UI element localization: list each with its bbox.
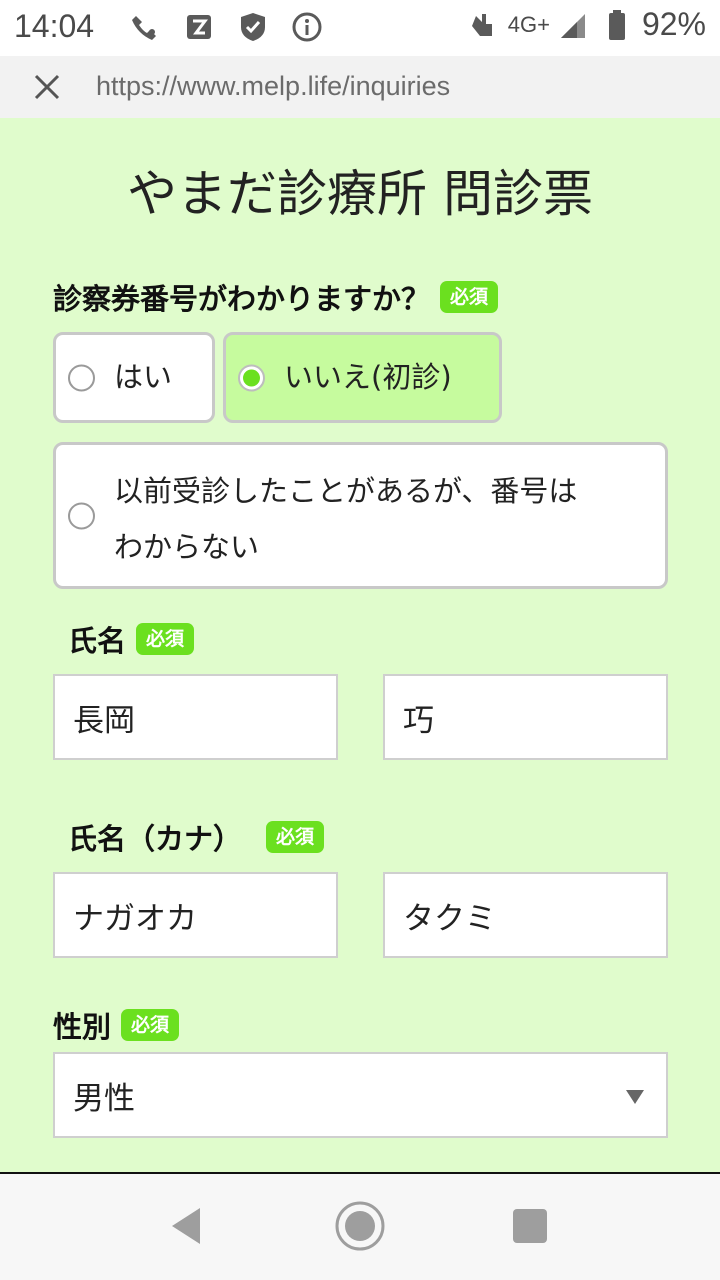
radio-button[interactable]	[68, 364, 95, 391]
form-page: やまだ診療所 問診票 診察券番号がわかりますか？ 必須 はい いいえ(初診) 以…	[0, 118, 720, 1172]
signal-icon	[558, 8, 592, 42]
gender-selected-value: 男性	[73, 1080, 135, 1117]
recents-icon[interactable]	[500, 1196, 560, 1256]
required-badge: 必須	[266, 820, 325, 854]
name-kana-label: 氏名（カナ）	[68, 822, 243, 856]
wifi-calling-icon	[128, 10, 162, 44]
battery-icon	[600, 8, 634, 42]
name-label: 氏名	[68, 624, 127, 658]
gender-label: 性別	[53, 1010, 112, 1044]
app-icon	[182, 10, 216, 44]
url-text[interactable]: https://www.melp.life/inquiries	[96, 71, 450, 102]
radio-option-unknown-number[interactable]: 以前受診したことがあるが、番号は わからない	[53, 442, 668, 589]
status-time: 14:04	[14, 8, 95, 44]
status-icons-left	[128, 10, 324, 44]
gender-question: 性別 必須	[53, 1004, 180, 1046]
name-kana-question: 氏名（カナ） 必須	[68, 816, 325, 858]
url-bar: https://www.melp.life/inquiries	[0, 56, 720, 118]
home-icon[interactable]	[330, 1196, 390, 1256]
radio-button[interactable]	[68, 502, 95, 529]
radio-label-line: わからない	[114, 530, 260, 564]
status-bar: 14:04 4G+ 92%	[0, 0, 720, 56]
required-badge: 必須	[440, 280, 499, 314]
last-name-kana-input[interactable]: ナガオカ	[53, 872, 338, 958]
battery-percent: 92%	[641, 6, 706, 42]
radio-label-line: 以前受診したことがあるが、番号は	[114, 474, 578, 508]
radio-label: はい	[114, 359, 173, 394]
card-number-label: 診察券番号がわかりますか？	[53, 282, 431, 316]
name-question: 氏名 必須	[68, 618, 195, 660]
dropdown-arrow-icon	[626, 1090, 644, 1104]
radio-button-selected[interactable]	[238, 364, 265, 391]
card-number-question: 診察券番号がわかりますか？ 必須	[53, 276, 499, 318]
last-name-input[interactable]: 長岡	[53, 674, 338, 760]
back-icon[interactable]	[156, 1196, 216, 1256]
required-badge: 必須	[136, 622, 195, 656]
shield-icon	[236, 10, 270, 44]
network-type: 4G+	[507, 11, 550, 37]
first-name-kana-input[interactable]: タクミ	[383, 872, 668, 958]
info-icon	[290, 10, 324, 44]
required-badge: 必須	[121, 1008, 180, 1042]
gender-select[interactable]: 男性	[53, 1052, 668, 1138]
first-name-input[interactable]: 巧	[383, 674, 668, 760]
close-icon[interactable]	[30, 70, 64, 104]
page-title: やまだ診療所 問診票	[127, 165, 593, 223]
radio-label: いいえ(初診)	[284, 359, 452, 394]
status-icons-right: 4G+ 92%	[466, 6, 706, 43]
radio-option-no-first-visit[interactable]: いいえ(初診)	[223, 332, 502, 423]
radio-option-yes[interactable]: はい	[53, 332, 215, 423]
hand-icon	[466, 8, 500, 42]
navigation-bar	[0, 1172, 720, 1280]
radio-label: 以前受診したことがあるが、番号は わからない	[114, 463, 577, 575]
